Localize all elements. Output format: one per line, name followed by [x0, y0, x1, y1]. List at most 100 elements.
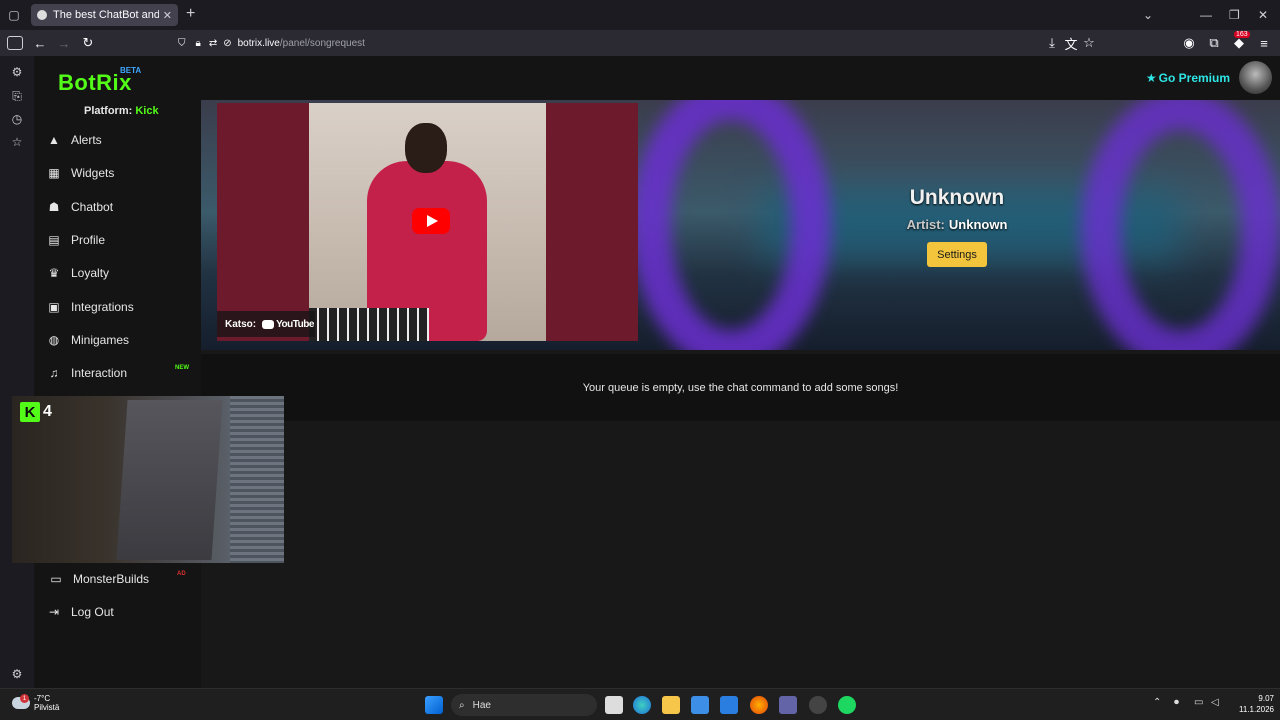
- nav-item-widgets[interactable]: ▦ Widgets: [47, 160, 197, 186]
- temperature: -7°C: [34, 694, 51, 703]
- kick-viewer-badge: K 4: [20, 402, 52, 422]
- botrix-app: BotRix BETA ★ Go Premium Platform: Kick …: [34, 56, 1280, 688]
- search-placeholder: Hae: [472, 699, 491, 711]
- youtube-logo-icon: YouTube: [262, 319, 314, 330]
- tab-title: The best ChatBot and Widgets: [53, 9, 159, 21]
- sidebar-toggle-icon[interactable]: [7, 36, 23, 50]
- synced-tabs-icon[interactable]: ⎘: [9, 88, 25, 104]
- new-badge: NEW: [175, 365, 189, 371]
- account-icon[interactable]: ◉: [1180, 34, 1198, 52]
- tab-favicon-icon: [37, 10, 47, 20]
- nav-item-loyalty[interactable]: ♛ Loyalty: [47, 260, 197, 286]
- tab-list-icon[interactable]: ▢: [0, 0, 28, 30]
- search-icon: ⌕: [459, 699, 465, 711]
- nav-item-label: Log Out: [71, 605, 114, 619]
- close-window-button[interactable]: ✕: [1258, 0, 1268, 30]
- webcam-window: [116, 400, 223, 560]
- reload-icon[interactable]: ↻: [79, 34, 97, 52]
- nav-item-profile[interactable]: ▤ Profile: [47, 227, 197, 253]
- microsoft-store-icon[interactable]: [691, 696, 709, 714]
- youtube-player[interactable]: Katso: YouTube: [217, 103, 638, 341]
- nav-item-interaction[interactable]: ♫ Interaction: [47, 360, 197, 386]
- translate-icon[interactable]: 文: [1062, 34, 1080, 52]
- firefox-icon[interactable]: [750, 696, 768, 714]
- platform-value: Kick: [135, 105, 159, 117]
- lock-icon[interactable]: 🔒︎: [196, 38, 201, 49]
- nav-item-monsterbuilds[interactable]: ▭ MonsterBuilds: [49, 566, 199, 592]
- warning-icon: ▲: [48, 133, 60, 147]
- file-explorer-icon[interactable]: [662, 696, 680, 714]
- id-card-icon: ▤: [48, 233, 60, 247]
- weather-alert-badge: 1: [20, 694, 29, 703]
- nav-item-label: Alerts: [71, 133, 102, 147]
- tray-overflow-chevron-icon[interactable]: ⌃: [1153, 697, 1161, 708]
- watch-on-youtube-link[interactable]: Katso: YouTube: [217, 311, 315, 337]
- webcam-overlay[interactable]: K 4: [12, 396, 284, 563]
- nav-item-alerts[interactable]: ▲ Alerts: [47, 127, 197, 153]
- extensions-icon[interactable]: ⧉: [1205, 34, 1223, 52]
- beta-badge: BETA: [120, 66, 142, 75]
- url-bar[interactable]: ⛉ 🔒︎ ⇄ ⊘ botrix.live/panel/songrequest: [178, 32, 1100, 54]
- artist-line: Artist: Unknown: [853, 217, 1061, 232]
- integrations-icon: ▣: [48, 300, 60, 314]
- obs-icon[interactable]: [809, 696, 827, 714]
- trophy-icon: ♛: [48, 266, 60, 280]
- minimize-button[interactable]: —: [1200, 0, 1212, 30]
- nav-item-label: Loyalty: [71, 266, 110, 280]
- settings-button[interactable]: Settings: [927, 242, 987, 267]
- nav-item-label: Integrations: [71, 300, 134, 314]
- nav-item-label: MonsterBuilds: [73, 572, 150, 586]
- go-premium-label: Go Premium: [1158, 71, 1230, 85]
- youtube-play-icon[interactable]: [412, 208, 450, 234]
- url-path: /panel/songrequest: [279, 37, 365, 49]
- now-playing-banner: Katso: YouTube Unknown Artist: Unknown Se…: [201, 100, 1280, 350]
- volume-icon[interactable]: ◁: [1211, 697, 1219, 708]
- artist-label: Artist:: [906, 217, 945, 232]
- widgets-icon: ▦: [48, 166, 60, 180]
- outlook-icon[interactable]: [720, 696, 738, 714]
- shield-icon[interactable]: ⛉: [178, 38, 186, 49]
- bookmark-star-icon[interactable]: ☆: [1080, 34, 1098, 52]
- thumbnail-keyboard: [309, 308, 429, 341]
- new-tab-button[interactable]: +: [186, 6, 195, 22]
- network-icon[interactable]: ▭: [1194, 697, 1203, 708]
- save-page-icon[interactable]: ⤓: [1043, 34, 1061, 52]
- nav-item-logout[interactable]: ⇥ Log Out: [47, 599, 197, 625]
- weather-condition: Pilvistä: [34, 703, 60, 712]
- spotify-icon[interactable]: [838, 696, 856, 714]
- menu-icon[interactable]: ≡: [1255, 34, 1273, 52]
- avatar[interactable]: [1239, 61, 1272, 94]
- nav-item-label: Interaction: [71, 366, 128, 380]
- nav-item-label: Chatbot: [71, 200, 114, 214]
- tracking-icon: ⊘: [223, 37, 232, 49]
- maximize-button[interactable]: ❐: [1229, 0, 1240, 30]
- task-view-icon[interactable]: [605, 696, 623, 714]
- nav-item-minigames[interactable]: ◍ Minigames: [47, 327, 197, 353]
- viewer-count: 4: [43, 403, 52, 420]
- permissions-icon[interactable]: ⇄: [209, 38, 217, 49]
- platform-label: Platform:: [84, 105, 133, 117]
- teams-icon[interactable]: [779, 696, 797, 714]
- go-premium-button[interactable]: ★ Go Premium: [1146, 71, 1230, 85]
- url-host: botrix.live: [237, 37, 280, 49]
- song-request-panel: Katso: YouTube Unknown Artist: Unknown Se…: [201, 100, 1280, 688]
- system-clock[interactable]: 9.07 11.1.2026: [1230, 693, 1274, 715]
- tab-overflow-chevron-icon[interactable]: ⌄: [1143, 0, 1153, 30]
- back-arrow-icon[interactable]: ←: [31, 34, 49, 52]
- ai-chat-icon[interactable]: ⚙: [9, 64, 25, 80]
- nav-item-integrations[interactable]: ▣ Integrations: [47, 294, 197, 320]
- forward-arrow-icon[interactable]: →: [55, 34, 73, 52]
- nav-item-chatbot[interactable]: ☗ Chatbot: [47, 194, 197, 220]
- bookmarks-icon[interactable]: ☆: [9, 134, 25, 150]
- customize-sidebar-icon[interactable]: ⚙: [9, 666, 25, 682]
- start-windows-icon[interactable]: [425, 696, 443, 714]
- taskbar-search[interactable]: ⌕ Hae: [451, 694, 597, 716]
- close-tab-icon[interactable]: ✕: [163, 9, 172, 22]
- history-icon[interactable]: ◷: [9, 111, 25, 127]
- microphone-icon[interactable]: ⏺: [1174, 697, 1179, 708]
- browser-nav-bar: ← → ↻ ⛉ 🔒︎ ⇄ ⊘ botrix.live/panel/songreq…: [0, 30, 1280, 56]
- weather-widget[interactable]: 1 -7°C Pilvistä: [12, 694, 59, 712]
- browser-tab[interactable]: The best ChatBot and Widgets ✕: [31, 4, 178, 26]
- windows-taskbar: 1 -7°C Pilvistä ⌕ Hae ⌃ ⏺ ▭ ◁ 9.07 11.1.…: [0, 688, 1280, 720]
- edge-icon[interactable]: [633, 696, 651, 714]
